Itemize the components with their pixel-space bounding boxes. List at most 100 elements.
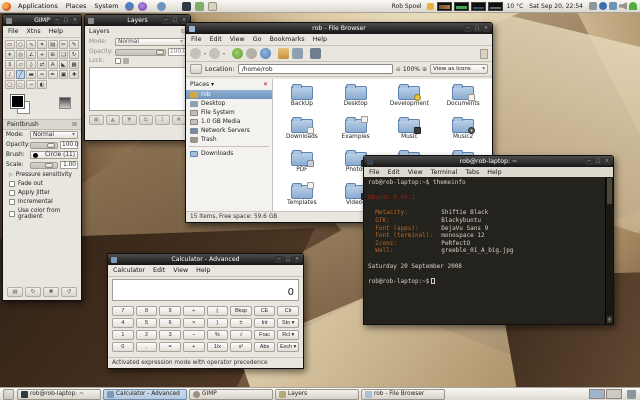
key-0[interactable]: 0 bbox=[112, 342, 134, 352]
minimize-icon[interactable]: − bbox=[464, 25, 472, 32]
search-icon[interactable] bbox=[310, 48, 321, 59]
tool-rect-select-icon[interactable]: ▭ bbox=[5, 40, 15, 49]
forward-icon[interactable] bbox=[209, 48, 220, 59]
terminal-scrollbar[interactable]: ▼ bbox=[605, 177, 613, 324]
menu-file[interactable]: File bbox=[369, 169, 380, 176]
scale-value[interactable]: 1.00 bbox=[60, 161, 78, 169]
tool-rotate-icon[interactable]: ↻ bbox=[69, 50, 79, 59]
tool-ellipse-select-icon[interactable]: ○ bbox=[16, 40, 26, 49]
restore-options-icon[interactable]: ↻ bbox=[25, 287, 41, 297]
scrollbar-thumb[interactable] bbox=[607, 178, 612, 204]
gimp-titlebar[interactable]: GIMP − □ × bbox=[3, 15, 81, 26]
maximize-icon[interactable]: □ bbox=[62, 17, 70, 24]
delete-options-icon[interactable]: ✖ bbox=[43, 287, 59, 297]
terminal-content[interactable]: rob@rob-laptop:~$ themeinfo Ubuntu 8.04.… bbox=[364, 177, 613, 324]
tool-options-menu-icon[interactable]: ⊠ bbox=[72, 121, 77, 128]
close-icon[interactable]: × bbox=[482, 25, 490, 32]
place-desktop[interactable]: Desktop bbox=[186, 99, 272, 108]
key-1[interactable]: 1 bbox=[112, 330, 134, 340]
mode-select[interactable]: Normal ▾ bbox=[30, 131, 78, 139]
minimize-icon[interactable]: − bbox=[585, 158, 593, 165]
key-square[interactable]: x² bbox=[230, 342, 252, 352]
tool-ink-icon[interactable]: ✒ bbox=[48, 70, 58, 79]
place-trash[interactable]: Trash bbox=[186, 135, 272, 144]
calculator-titlebar[interactable]: Calculator - Advanced − □ × bbox=[108, 254, 303, 265]
location-input[interactable]: /home/rob bbox=[238, 64, 393, 74]
menu-calculator[interactable]: Calculator bbox=[113, 267, 145, 274]
menu-edit[interactable]: Edit bbox=[210, 36, 222, 43]
key-sqrt[interactable]: √ bbox=[230, 330, 252, 340]
key-5[interactable]: 5 bbox=[136, 318, 158, 328]
taskbar-terminal[interactable]: rob@rob-laptop: ~ bbox=[17, 389, 101, 400]
tool-scale-icon[interactable]: ⇕ bbox=[5, 60, 15, 69]
system-monitor-mem-applet[interactable] bbox=[454, 2, 469, 11]
key-clear[interactable]: Clr bbox=[277, 306, 299, 316]
menu-edit[interactable]: Edit bbox=[388, 169, 400, 176]
sidebar-close-icon[interactable]: ✕ bbox=[263, 81, 268, 88]
terminal-launcher-icon[interactable] bbox=[182, 2, 191, 11]
key-clear-entry[interactable]: CE bbox=[254, 306, 276, 316]
layers-titlebar[interactable]: Layers − □ × bbox=[85, 15, 190, 26]
menu-edit[interactable]: Edit bbox=[153, 267, 165, 274]
layers-list[interactable] bbox=[89, 67, 186, 111]
maximize-icon[interactable]: □ bbox=[171, 17, 179, 24]
key-9[interactable]: 9 bbox=[159, 306, 181, 316]
menu-terminal[interactable]: Terminal bbox=[431, 169, 458, 176]
tool-move-icon[interactable]: + bbox=[37, 50, 47, 59]
key-2[interactable]: 2 bbox=[136, 330, 158, 340]
system-monitor-disk-applet[interactable] bbox=[488, 2, 503, 11]
menu-tabs[interactable]: Tabs bbox=[465, 169, 479, 176]
key-4[interactable]: 4 bbox=[112, 318, 134, 328]
gimp-menu-xtns[interactable]: Xtns bbox=[27, 28, 41, 35]
trash-applet-icon[interactable] bbox=[627, 390, 636, 399]
foreground-color-swatch[interactable] bbox=[11, 95, 24, 108]
show-desktop-button[interactable] bbox=[3, 389, 14, 400]
folder-templates[interactable]: Templates bbox=[275, 182, 329, 211]
key-close-paren[interactable]: ) bbox=[207, 318, 229, 328]
system-monitor-cpu-applet[interactable] bbox=[437, 2, 452, 11]
key-backspace[interactable]: Bksp bbox=[230, 306, 252, 316]
update-icon[interactable] bbox=[609, 2, 617, 10]
key-frac[interactable]: Frac bbox=[254, 330, 276, 340]
menu-view[interactable]: View bbox=[408, 169, 423, 176]
tool-text-icon[interactable]: A bbox=[48, 60, 58, 69]
menu-help[interactable]: Help bbox=[487, 169, 501, 176]
folder-desktop[interactable]: Desktop bbox=[329, 83, 383, 116]
editor-launcher-icon[interactable] bbox=[208, 2, 217, 11]
key-abs[interactable]: Abs bbox=[254, 342, 276, 352]
key-reciprocal[interactable]: 1/x bbox=[207, 342, 229, 352]
lock-checkbox-icon[interactable] bbox=[115, 58, 121, 64]
gradient-checkbox-row[interactable]: Use color from gradient bbox=[3, 206, 81, 221]
tool-eraser-icon[interactable]: ▬ bbox=[26, 70, 36, 79]
menu-help[interactable]: Help bbox=[196, 267, 210, 274]
key-exchange[interactable]: Exch ▾ bbox=[277, 342, 299, 352]
menu-applications[interactable]: Applications bbox=[14, 2, 62, 10]
key-decimal[interactable]: . bbox=[136, 342, 158, 352]
opacity-slider[interactable] bbox=[30, 142, 58, 149]
help-launcher-icon[interactable] bbox=[157, 2, 166, 11]
brush-select[interactable]: Circle (11) bbox=[30, 151, 78, 159]
minimize-icon[interactable]: − bbox=[53, 17, 61, 24]
back-history-icon[interactable]: ▾ bbox=[204, 51, 206, 56]
key-int[interactable]: Int bbox=[254, 318, 276, 328]
key-recall[interactable]: Rcl ▾ bbox=[277, 330, 299, 340]
fade-out-checkbox-row[interactable]: Fade out bbox=[3, 179, 81, 188]
tool-dodge-burn-icon[interactable]: ◐ bbox=[37, 80, 47, 89]
minimize-icon[interactable]: − bbox=[162, 17, 170, 24]
key-multiply[interactable]: × bbox=[183, 318, 205, 328]
folder-backup[interactable]: BackUp bbox=[275, 83, 329, 116]
weather-applet[interactable]: 10 °C bbox=[504, 3, 527, 10]
layers-mode-select[interactable]: Normal ▾ bbox=[115, 38, 186, 46]
tool-measure-icon[interactable]: ∠ bbox=[26, 50, 36, 59]
tool-scissors-icon[interactable]: ✂ bbox=[59, 40, 69, 49]
key-6[interactable]: 6 bbox=[159, 318, 181, 328]
key-divide[interactable]: ÷ bbox=[183, 306, 205, 316]
opacity-value[interactable]: 100.0 bbox=[60, 141, 78, 149]
computer-icon[interactable] bbox=[292, 48, 303, 59]
taskbar-layers[interactable]: Layers bbox=[275, 389, 359, 400]
network-icon[interactable] bbox=[589, 2, 597, 10]
menu-view[interactable]: View bbox=[230, 36, 245, 43]
firefox-launcher-icon[interactable] bbox=[125, 2, 134, 11]
folder-music[interactable]: Music bbox=[383, 116, 437, 149]
save-options-icon[interactable]: ▤ bbox=[7, 287, 23, 297]
